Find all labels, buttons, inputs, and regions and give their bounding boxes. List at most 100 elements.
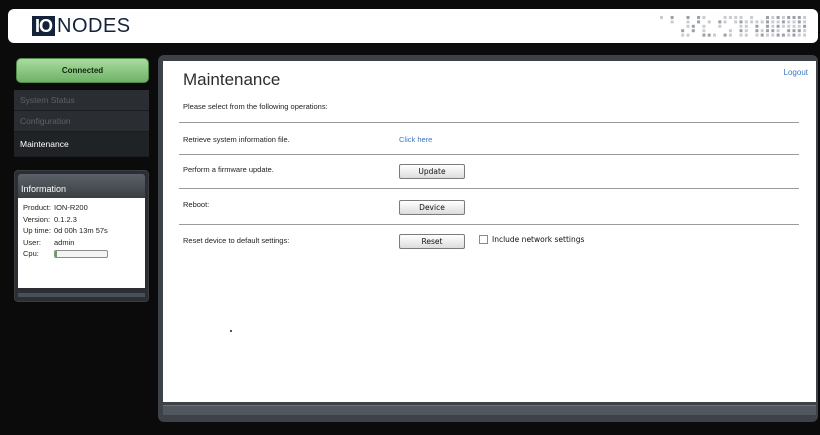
decorative-dot <box>670 20 674 24</box>
decorative-dot <box>792 24 796 28</box>
info-value: 0.1.2.3 <box>54 214 77 224</box>
decorative-dot <box>803 33 807 37</box>
decorative-dot <box>797 29 801 33</box>
decorative-dot <box>760 20 764 24</box>
decorative-dot <box>702 33 706 37</box>
info-value: ION-R200 <box>54 203 88 212</box>
decorative-dot <box>739 16 743 19</box>
click-here-link[interactable]: Click here <box>399 135 432 144</box>
logout-link[interactable]: Logout <box>784 68 808 77</box>
decorative-dot <box>781 24 785 28</box>
decorative-dot <box>781 16 785 19</box>
divider <box>179 188 799 189</box>
sidebar-item-maintenance[interactable]: Maintenance <box>14 132 149 157</box>
reset-button[interactable]: Reset <box>399 234 465 249</box>
decorative-dot <box>797 33 801 37</box>
decorative-dot <box>734 20 738 24</box>
include-network-settings-option[interactable]: Include network settings <box>479 235 584 244</box>
decorative-dot <box>755 33 759 37</box>
info-key: Up time: <box>23 226 51 235</box>
connected-status-button[interactable]: Connected <box>16 58 149 83</box>
decorative-dot <box>803 29 807 33</box>
logo-box: IO <box>32 16 56 36</box>
info-row-product: Product: ION-R200 <box>23 202 140 214</box>
sidebar-item-label: Maintenance <box>20 139 69 149</box>
include-network-settings-checkbox[interactable] <box>479 235 488 244</box>
decorative-dot <box>760 29 764 33</box>
sidebar-item-label: Configuration <box>20 116 71 126</box>
update-button[interactable]: Update <box>399 164 465 179</box>
sidebar-item-configuration[interactable]: Configuration <box>14 111 149 132</box>
page-title: Maintenance <box>183 70 281 89</box>
decorative-dot <box>723 33 727 37</box>
decorative-dot <box>739 33 743 37</box>
decorative-dot <box>766 20 769 24</box>
decorative-dot <box>718 24 722 28</box>
logo-text: NODES <box>57 15 131 37</box>
decorative-dot <box>797 16 801 19</box>
decorative-dot <box>728 16 732 19</box>
main-content: Maintenance Logout Please select from th… <box>163 61 816 402</box>
decorative-dot <box>755 20 759 24</box>
decorative-dot <box>771 20 775 24</box>
decorative-dot <box>792 20 796 24</box>
decorative-dot <box>787 29 791 33</box>
info-value: admin <box>54 237 75 247</box>
sidebar-item-label: System Status <box>20 95 75 105</box>
decorative-dot <box>697 16 701 19</box>
decorative-dot <box>702 24 706 28</box>
decorative-dot <box>781 20 785 24</box>
sidebar-item-system-status[interactable]: System Status <box>14 90 149 111</box>
decorative-dot <box>686 24 690 28</box>
divider <box>179 224 799 225</box>
info-key: Cpu: <box>23 249 39 258</box>
decorative-dot <box>803 16 807 19</box>
decorative-dot <box>755 29 759 33</box>
decorative-dot <box>691 24 695 28</box>
decorative-dot <box>787 33 791 37</box>
stray-dot <box>230 330 232 332</box>
cpu-usage-fill <box>55 251 58 257</box>
decorative-dot <box>707 20 711 24</box>
information-footer <box>18 293 145 297</box>
decorative-dot <box>797 20 801 24</box>
decorative-dot <box>728 29 732 33</box>
decorative-dot-pattern <box>660 16 807 37</box>
decorative-dot <box>670 16 674 19</box>
decorative-dot <box>734 16 738 19</box>
decorative-dot <box>681 29 685 33</box>
decorative-dot <box>781 33 785 37</box>
decorative-dot <box>787 20 791 24</box>
decorative-dot <box>686 16 690 19</box>
decorative-dot <box>660 16 663 19</box>
decorative-dot <box>792 16 796 19</box>
decorative-dot <box>792 29 796 33</box>
decorative-dot <box>766 16 769 19</box>
decorative-dot <box>755 24 759 28</box>
ionodes-logo: IO NODES <box>32 15 131 37</box>
decorative-dot <box>760 33 764 37</box>
information-panel: Information Product: ION-R200 Version: 0… <box>14 170 149 302</box>
decorative-dot <box>739 20 743 24</box>
decorative-dot <box>744 20 748 24</box>
op-label-retrieve-info: Retrieve system information file. <box>183 135 290 144</box>
decorative-dot <box>771 16 775 19</box>
decorative-dot <box>686 20 690 24</box>
information-title: Information <box>18 174 145 198</box>
info-value: 0d 00h 13m 57s <box>54 226 108 235</box>
device-reboot-button[interactable]: Device <box>399 200 465 215</box>
connected-status-label: Connected <box>61 66 104 75</box>
decorative-dot <box>766 24 769 28</box>
decorative-dot <box>787 24 791 28</box>
op-label-reboot: Reboot: <box>183 200 210 209</box>
decorative-dot <box>766 33 769 37</box>
decorative-dot <box>797 24 801 28</box>
op-label-firmware-update: Perform a firmware update. <box>183 165 274 174</box>
decorative-dot <box>776 16 780 19</box>
info-key: Version: <box>23 214 51 224</box>
information-body: Product: ION-R200 Version: 0.1.2.3 Up ti… <box>18 198 145 288</box>
info-row-cpu: Cpu: <box>23 248 140 260</box>
decorative-dot <box>718 20 722 24</box>
decorative-dot <box>787 16 791 19</box>
sidebar-nav: System Status Configuration Maintenance <box>14 90 149 157</box>
